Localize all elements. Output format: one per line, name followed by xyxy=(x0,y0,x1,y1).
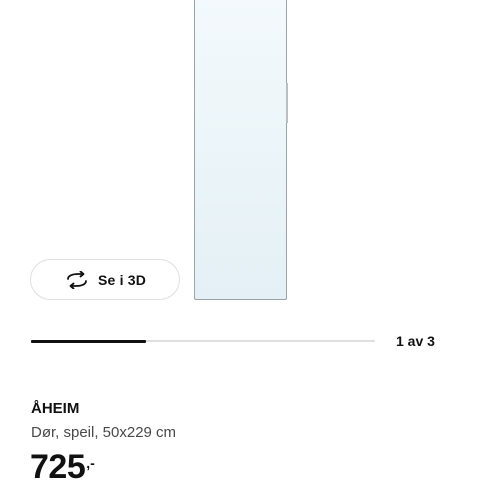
view-in-3d-label: Se i 3D xyxy=(97,271,147,288)
price-amount: 725 xyxy=(30,448,86,480)
product-name: ÅHEIM xyxy=(31,400,80,417)
gallery-progress-track xyxy=(31,339,375,343)
gallery-page-indicator: 1 av 3 xyxy=(396,333,435,349)
product-price: 725 ,- xyxy=(30,447,95,480)
mirror-hinge xyxy=(286,83,288,123)
product-image-mirror xyxy=(194,0,288,300)
gallery-progress-fill xyxy=(31,339,146,343)
view-in-3d-button[interactable]: Se i 3D xyxy=(30,259,180,300)
product-description: Dør, speil, 50x229 cm xyxy=(31,424,177,441)
price-suffix: ,- xyxy=(86,455,95,471)
rotate-3d-icon xyxy=(64,270,90,289)
